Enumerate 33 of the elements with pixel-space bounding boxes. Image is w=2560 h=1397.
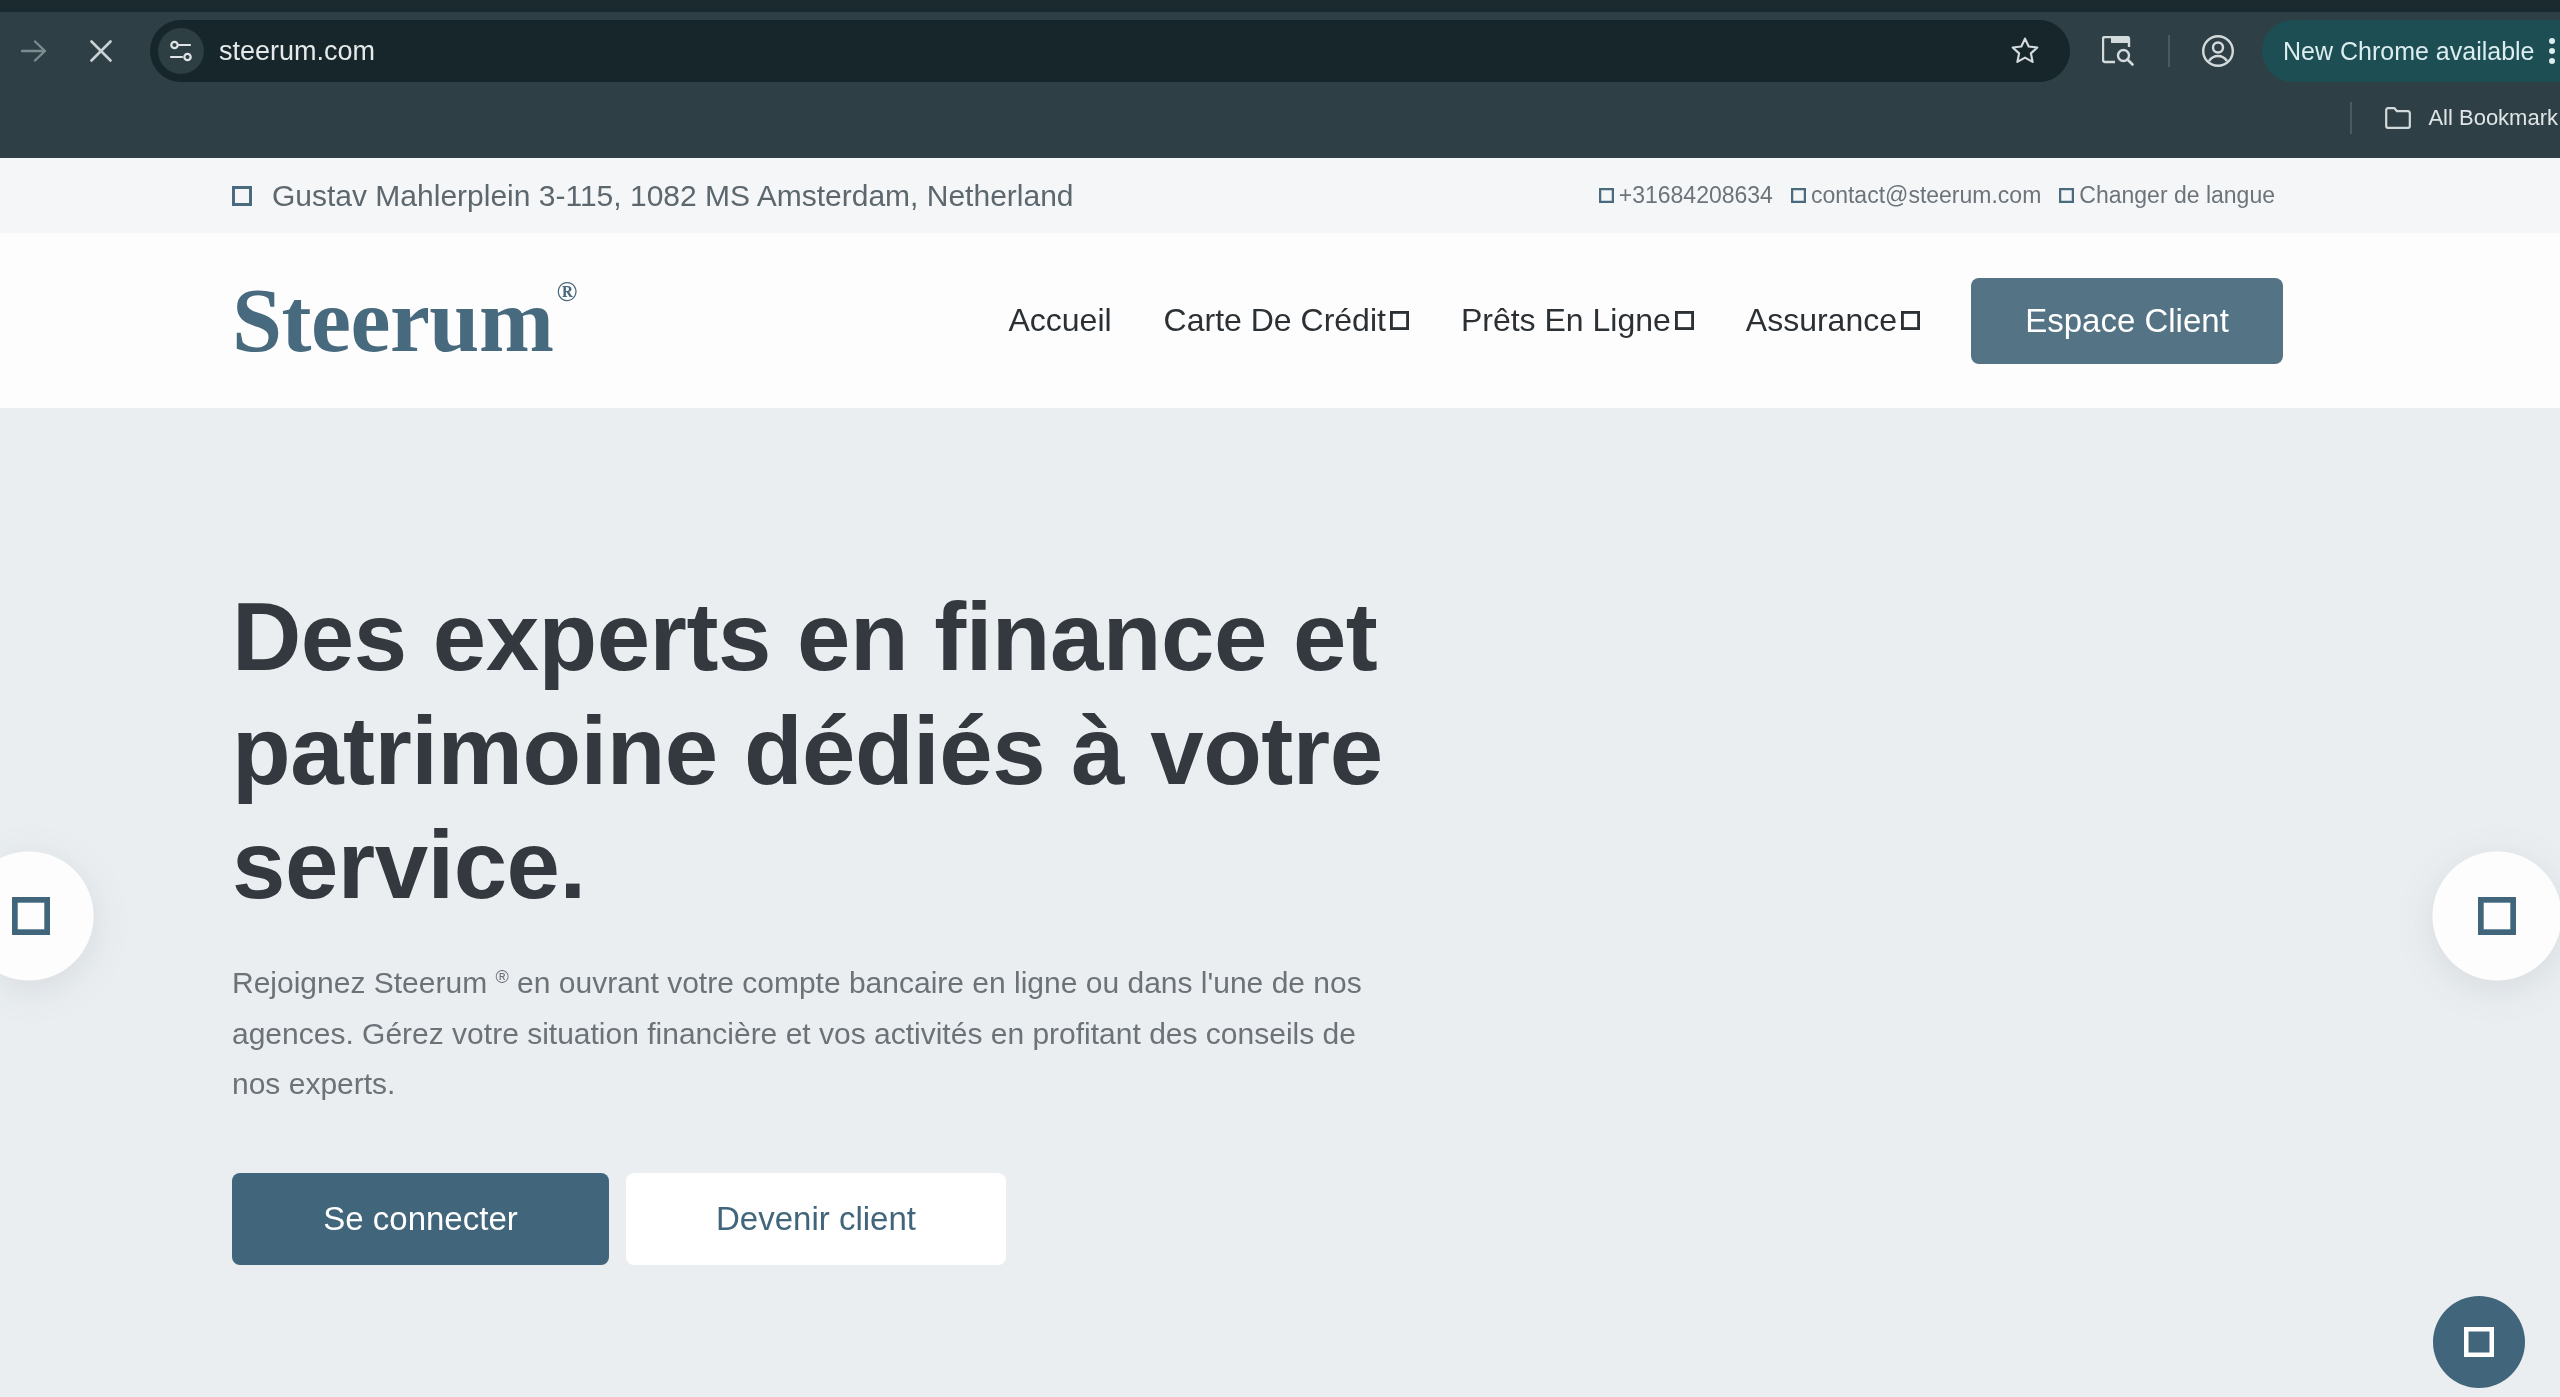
forward-arrow-icon[interactable]	[21, 40, 47, 62]
square-icon	[1790, 188, 1806, 203]
square-icon	[1598, 188, 1614, 203]
login-button[interactable]: Se connecter	[232, 1172, 609, 1265]
url-text[interactable]: steerum.com	[219, 35, 2011, 67]
nav-link[interactable]: Assurance	[1745, 302, 1920, 339]
profile-icon[interactable]	[2202, 35, 2234, 67]
topbar-link[interactable]: +31684208634	[1598, 182, 1773, 209]
hero-title: Des experts en finance et patrimoine dédiés à votre service.	[232, 582, 1384, 920]
folder-icon[interactable]	[2385, 107, 2412, 129]
square-icon	[2464, 1327, 2494, 1357]
kebab-icon[interactable]	[2548, 38, 2555, 64]
bookmark-folder[interactable]: All Bookmark	[2428, 105, 2558, 131]
square-icon	[232, 185, 252, 206]
update-button[interactable]: New Chrome available	[2262, 20, 2560, 82]
square-icon	[12, 897, 50, 935]
sliders-icon[interactable]	[158, 28, 204, 74]
topbar-link[interactable]: Changer de langue	[2059, 182, 2275, 209]
star-icon[interactable]	[2011, 37, 2039, 65]
nav-link[interactable]: Carte De Crédit	[1163, 302, 1409, 339]
close-icon[interactable]	[90, 40, 112, 62]
client-area-button[interactable]: Espace Client	[1971, 277, 2283, 364]
signup-button[interactable]: Devenir client	[626, 1172, 1006, 1265]
square-icon	[2478, 897, 2516, 935]
address-bar[interactable]: steerum.com	[150, 20, 2070, 82]
address-text: Gustav Mahlerplein 3-115, 1082 MS Amsterdam, Netherland	[272, 178, 1074, 213]
nav-link[interactable]: Accueil	[1008, 302, 1112, 339]
square-icon	[2059, 188, 2075, 203]
logo[interactable]: Steerum®	[232, 275, 578, 366]
window-search-icon[interactable]	[2102, 36, 2134, 66]
hero-text: Rejoignez Steerum $^{®}$ en ouvrant votre compte bancaire en ligne ou dans l'une de nos agences. Gérez votre situation financière et vos activités en profitant des conseils de nos experts.	[232, 965, 1363, 1103]
topbar-link[interactable]: contact@steerum.com	[1790, 182, 2042, 209]
nav-link[interactable]: Prêts En Ligne	[1460, 302, 1694, 339]
